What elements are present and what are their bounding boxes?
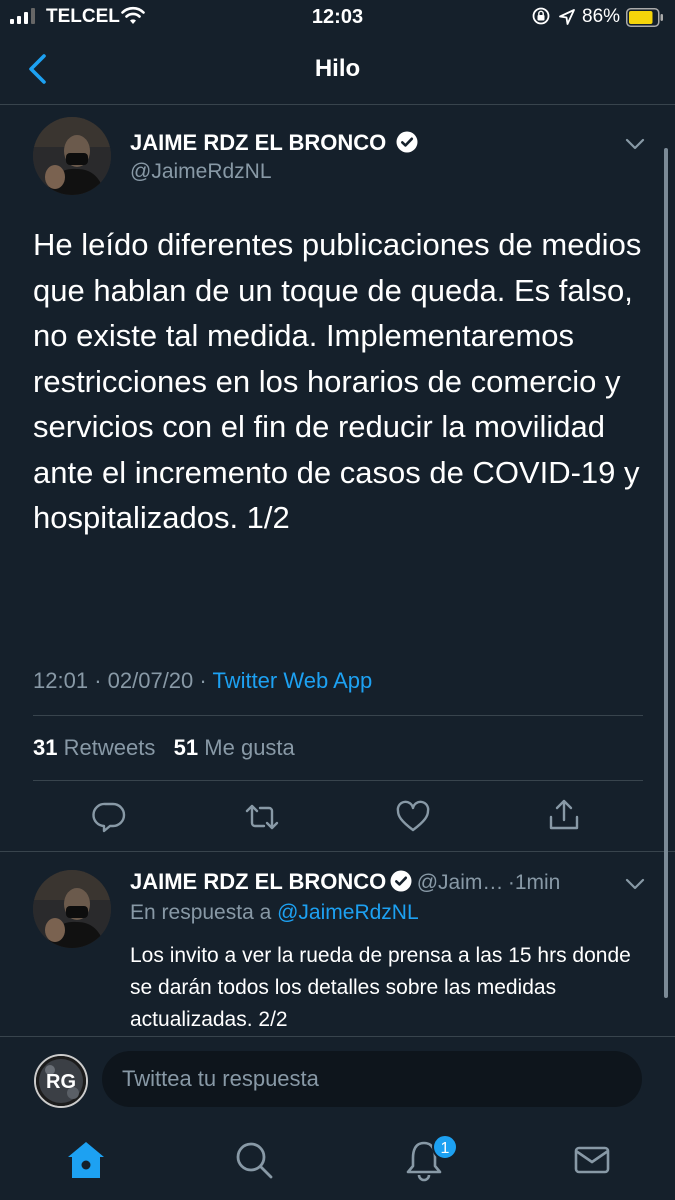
header-divider bbox=[0, 104, 675, 105]
reply-separator: · bbox=[507, 871, 515, 894]
compose-divider bbox=[0, 1036, 675, 1037]
share-icon[interactable] bbox=[546, 797, 582, 833]
main-tweet-handle[interactable]: @JaimeRdzNL bbox=[130, 160, 272, 184]
messages-envelope-icon[interactable] bbox=[570, 1138, 614, 1182]
verified-badge-icon bbox=[390, 870, 412, 892]
battery-icon bbox=[626, 8, 663, 27]
meta-divider bbox=[33, 715, 643, 716]
tweet-date: 02/07/20 bbox=[107, 668, 194, 693]
reply-tweet-header[interactable]: JAIME RDZ EL BRONCO @Jaim… ·1min bbox=[130, 869, 620, 895]
likes-count: 51 bbox=[173, 735, 199, 760]
in-reply-to: En respuesta a @JaimeRdzNL bbox=[130, 901, 419, 925]
scrollbar[interactable] bbox=[664, 148, 668, 998]
meta-separator: · bbox=[94, 668, 102, 693]
retweets-stat[interactable]: 31 Retweets bbox=[33, 735, 155, 760]
search-tab-icon[interactable] bbox=[232, 1138, 276, 1182]
reply-icon[interactable] bbox=[91, 799, 127, 835]
main-tweet-text: He leído diferentes publicaciones de med… bbox=[33, 227, 642, 535]
tweet-time: 12:01 bbox=[33, 668, 89, 693]
battery-percent: 86% bbox=[582, 6, 621, 27]
retweet-icon[interactable] bbox=[244, 799, 280, 835]
verified-badge-icon bbox=[396, 131, 418, 153]
reply-tweet-text: Los invito a ver la rueda de prensa a la… bbox=[130, 944, 631, 1031]
reply-author-handle: @Jaim… bbox=[416, 871, 504, 894]
retweets-count: 31 bbox=[33, 735, 58, 760]
main-tweet-meta: 12:01 · 02/07/20 · Twitter Web App bbox=[33, 668, 372, 694]
in-reply-mention-link[interactable]: @JaimeRdzNL bbox=[277, 901, 419, 924]
meta-separator: · bbox=[199, 668, 207, 693]
retweets-label: Retweets bbox=[63, 735, 156, 760]
actions-divider bbox=[0, 851, 675, 852]
page-title: Hilo bbox=[314, 55, 361, 82]
main-tweet-avatar[interactable] bbox=[33, 117, 111, 195]
status-bar: TELCEL 12:03 86% bbox=[0, 0, 675, 40]
location-arrow-icon bbox=[559, 9, 575, 25]
reply-author-name: JAIME RDZ EL BRONCO bbox=[130, 869, 387, 894]
tweet-options-chevron-icon[interactable] bbox=[624, 137, 646, 151]
avatar-text: RG bbox=[46, 1071, 76, 1093]
avatar-photo bbox=[33, 870, 111, 948]
rotation-lock-icon bbox=[532, 7, 550, 25]
reply-compose-input[interactable]: Twittea tu respuesta bbox=[102, 1051, 642, 1107]
likes-label: Me gusta bbox=[204, 735, 295, 760]
author-name-text: JAIME RDZ EL BRONCO bbox=[130, 130, 387, 155]
engagement-stats: 31 Retweets 51 Me gusta bbox=[33, 735, 295, 761]
likes-stat[interactable]: 51 Me gusta bbox=[174, 735, 295, 760]
like-heart-icon[interactable] bbox=[395, 799, 431, 835]
reply-tweet-avatar[interactable] bbox=[33, 870, 111, 948]
reply-options-chevron-icon[interactable] bbox=[624, 877, 646, 891]
user-avatar[interactable]: RG bbox=[34, 1054, 88, 1108]
stats-divider bbox=[33, 780, 643, 781]
avatar-photo bbox=[33, 117, 111, 195]
notifications-badge: 1 bbox=[432, 1134, 458, 1160]
reply-age: 1min bbox=[514, 871, 561, 894]
in-reply-label: En respuesta a bbox=[130, 901, 272, 924]
main-tweet-author-name[interactable]: JAIME RDZ EL BRONCO bbox=[130, 130, 418, 156]
tweet-source-link[interactable]: Twitter Web App bbox=[212, 668, 372, 693]
home-tab-icon[interactable] bbox=[64, 1138, 108, 1182]
avatar-logo: RG bbox=[36, 1056, 86, 1106]
